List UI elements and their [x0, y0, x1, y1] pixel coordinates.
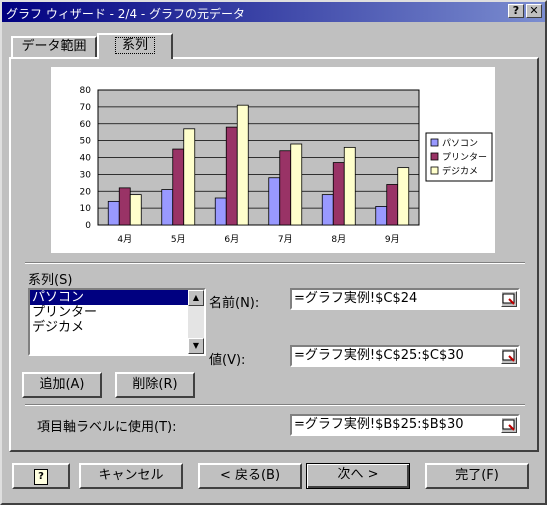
- legend-label-2: デジカメ: [442, 165, 478, 177]
- y-tick-label: 0: [85, 221, 91, 231]
- title-bar: グラフ ウィザード - 2/4 - グラフの元データ ? ✕: [2, 2, 545, 22]
- category-field[interactable]: =グラフ実例!$B$25:$B$30: [290, 414, 520, 436]
- values-label: 値(V):: [209, 353, 246, 368]
- legend-label-1: プリンター: [442, 152, 487, 163]
- tab-panel: 0 10 20 30 40 50 60 70 80 4月 5月 6月 7月 8月 9月 パソコン プリンター デジ…: [9, 57, 539, 452]
- name-field[interactable]: =グラフ実例!$C$24: [290, 288, 520, 310]
- bar-1-1: [172, 148, 185, 226]
- values-value: =グラフ実例!$C$25:$C$30: [294, 348, 464, 363]
- legend-swatch-1: [430, 152, 439, 161]
- range-select-icon: [502, 293, 515, 305]
- x-tick-label: 8月: [331, 234, 346, 245]
- scroll-down-icon[interactable]: ▼: [188, 338, 204, 354]
- wizard-window: グラフ ウィザード - 2/4 - グラフの元データ ? ✕ データ範囲 系列 …: [0, 0, 547, 505]
- separator-bottom: [25, 404, 525, 406]
- close-button[interactable]: ✕: [526, 4, 542, 18]
- bar-0-5: [375, 206, 388, 226]
- bar-2-1: [183, 128, 196, 226]
- bar-0-1: [161, 189, 174, 226]
- next-button[interactable]: 次へ >: [306, 463, 410, 489]
- back-button[interactable]: < 戻る(B): [198, 463, 302, 489]
- window-title: グラフ ウィザード - 2/4 - グラフの元データ: [6, 7, 246, 21]
- x-tick-label: 6月: [224, 234, 239, 245]
- tab-series-label: 系列: [114, 37, 155, 54]
- help-icon: ?: [34, 469, 48, 485]
- category-value: =グラフ実例!$B$25:$B$30: [294, 417, 464, 432]
- category-ref-button[interactable]: [501, 417, 517, 433]
- y-tick-label: 40: [80, 154, 92, 164]
- bar-0-3: [268, 177, 281, 226]
- bar-2-2: [236, 104, 249, 226]
- series-list[interactable]: パソコン プリンター デジカメ ▲ ▼: [28, 288, 206, 356]
- legend-swatch-2: [430, 166, 439, 175]
- y-tick-label: 30: [80, 170, 92, 180]
- bar-2-4: [343, 146, 356, 226]
- chart-preview: 0 10 20 30 40 50 60 70 80 4月 5月 6月 7月 8月 9月 パソコンプリンターデジ…: [51, 67, 495, 253]
- x-tick-label: 4月: [117, 234, 132, 245]
- bar-1-2: [225, 126, 238, 226]
- series-item-printer[interactable]: プリンター: [30, 305, 204, 320]
- separator-top: [25, 262, 525, 264]
- range-select-icon: [502, 350, 515, 362]
- bar-1-0: [118, 187, 131, 226]
- y-tick-label: 10: [80, 204, 92, 214]
- x-tick-label: 9月: [385, 234, 400, 245]
- y-tick-label: 20: [80, 187, 92, 197]
- series-scrollbar[interactable]: ▲ ▼: [188, 290, 204, 354]
- series-item-pc[interactable]: パソコン: [30, 290, 204, 305]
- bar-2-5: [397, 167, 410, 226]
- x-tick-label: 7月: [278, 234, 293, 245]
- series-label: 系列(S): [28, 273, 73, 288]
- tab-data-range[interactable]: データ範囲: [11, 36, 97, 58]
- legend-swatch-0: [430, 138, 439, 147]
- x-tick-label: 5月: [171, 234, 186, 245]
- category-label: 項目軸ラベルに使用(T):: [37, 420, 177, 435]
- values-field[interactable]: =グラフ実例!$C$25:$C$30: [290, 345, 520, 367]
- cancel-button[interactable]: キャンセル: [79, 463, 183, 489]
- finish-button[interactable]: 完了(F): [425, 463, 529, 489]
- y-tick-label: 70: [80, 103, 92, 113]
- bar-0-0: [107, 200, 120, 226]
- name-label: 名前(N):: [209, 296, 260, 311]
- y-tick-label: 60: [80, 120, 92, 130]
- y-tick-label: 80: [80, 86, 92, 96]
- y-tick-label: 50: [80, 137, 92, 147]
- help-title-button[interactable]: ?: [508, 4, 524, 18]
- remove-series-button[interactable]: 削除(R): [115, 372, 195, 398]
- tab-series[interactable]: 系列: [97, 33, 173, 59]
- bar-0-4: [321, 194, 334, 226]
- bar-0-2: [214, 197, 227, 226]
- scroll-up-icon[interactable]: ▲: [188, 290, 204, 306]
- bar-1-5: [386, 184, 399, 226]
- legend-label-0: パソコン: [442, 138, 478, 149]
- bar-2-0: [129, 194, 142, 226]
- bar-1-4: [332, 162, 345, 226]
- name-ref-button[interactable]: [501, 291, 517, 307]
- chart-svg: 0 10 20 30 40 50 60 70 80 4月 5月 6月 7月 8月 9月 パソコンプリンターデジ…: [80, 86, 493, 245]
- help-button[interactable]: ?: [12, 463, 70, 489]
- series-item-camera[interactable]: デジカメ: [30, 320, 204, 335]
- values-ref-button[interactable]: [501, 348, 517, 364]
- range-select-icon: [502, 419, 515, 431]
- bar-1-3: [279, 150, 292, 226]
- bar-2-3: [290, 143, 303, 226]
- name-value: =グラフ実例!$C$24: [294, 291, 418, 306]
- add-series-button[interactable]: 追加(A): [22, 372, 102, 398]
